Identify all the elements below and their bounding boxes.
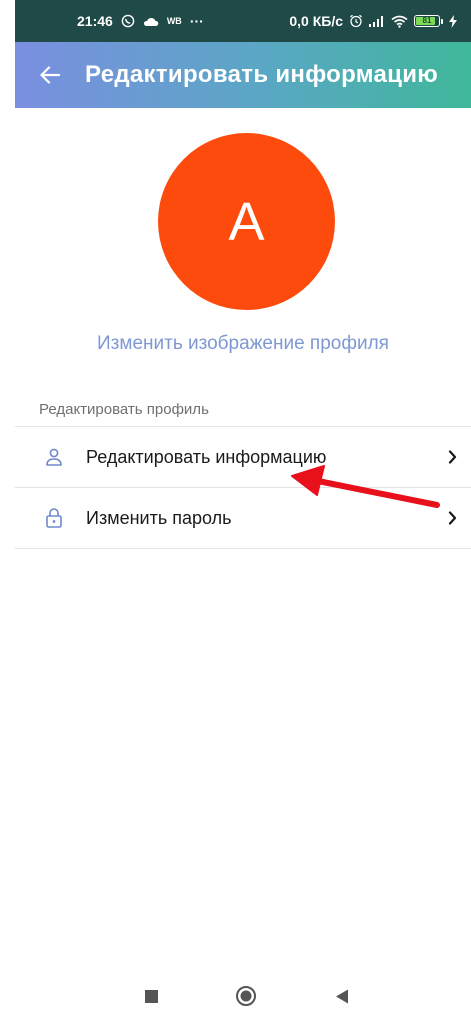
whatsapp-icon xyxy=(121,14,135,28)
status-left: 21:46 WB ··· xyxy=(77,13,204,29)
battery-tip xyxy=(441,18,443,24)
page-title: Редактировать информацию xyxy=(85,61,439,88)
status-time: 21:46 xyxy=(77,13,113,29)
cloud-icon xyxy=(143,16,159,27)
battery-level: 81 xyxy=(422,16,432,25)
navigation-bar xyxy=(15,975,471,1015)
recents-button[interactable] xyxy=(140,985,162,1007)
status-wb-label: WB xyxy=(166,16,182,26)
status-dots: ··· xyxy=(189,13,204,29)
battery-icon: 81 xyxy=(414,15,443,27)
chevron-right-icon xyxy=(445,510,459,526)
charging-icon xyxy=(449,14,457,28)
status-bar: 21:46 WB ··· 0,0 КБ/с 81 xyxy=(15,0,471,42)
menu-item-edit-info[interactable]: Редактировать информацию xyxy=(15,427,471,487)
change-profile-image-link[interactable]: Изменить изображение профиля xyxy=(15,333,471,355)
app-bar: Редактировать информацию xyxy=(15,42,471,108)
recents-square-icon xyxy=(144,989,158,1003)
section-header: Редактировать профиль xyxy=(39,401,209,418)
arrow-left-icon xyxy=(40,66,60,84)
menu-item-change-password[interactable]: Изменить пароль xyxy=(15,488,471,548)
alarm-icon xyxy=(349,14,363,28)
back-triangle-icon xyxy=(336,989,348,1003)
avatar-letter: A xyxy=(228,191,265,252)
wifi-icon xyxy=(391,15,408,28)
signal-icon xyxy=(369,15,385,27)
battery-body: 81 xyxy=(414,15,440,27)
lock-icon xyxy=(42,506,66,530)
back-button[interactable] xyxy=(35,60,65,90)
divider xyxy=(15,548,471,549)
home-circle-icon xyxy=(236,986,256,1006)
back-nav-button[interactable] xyxy=(331,985,353,1007)
person-icon xyxy=(42,445,66,469)
screen: 21:46 WB ··· 0,0 КБ/с 81 Редактировать и… xyxy=(0,0,471,1015)
home-button[interactable] xyxy=(235,985,257,1007)
status-speed: 0,0 КБ/с xyxy=(289,13,343,29)
menu-item-label: Редактировать информацию xyxy=(86,446,327,467)
status-right: 0,0 КБ/с 81 xyxy=(289,13,457,29)
chevron-right-icon xyxy=(445,449,459,465)
menu-item-label: Изменить пароль xyxy=(86,507,232,528)
avatar[interactable]: A xyxy=(158,133,335,310)
